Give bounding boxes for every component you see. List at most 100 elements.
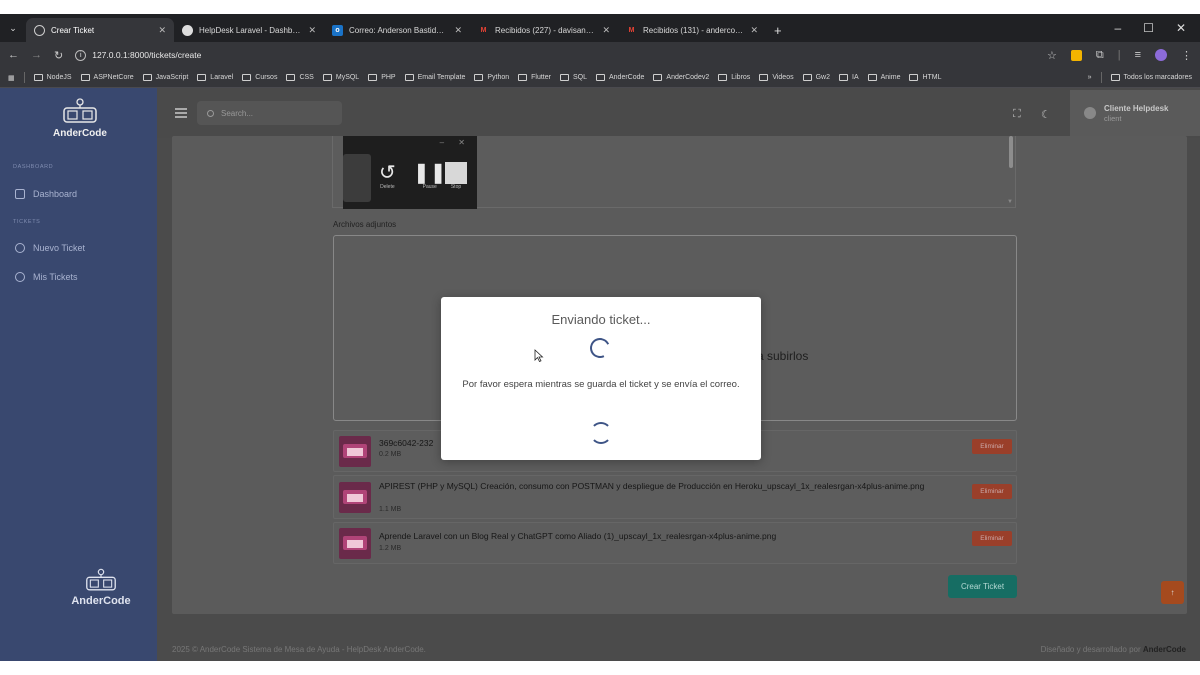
recorder-delete-button[interactable]: ↺ Delete — [379, 162, 396, 190]
recorder-pause-label: Pause — [422, 184, 437, 190]
bookmark-folder[interactable]: ASPNetCore — [80, 74, 134, 81]
close-icon[interactable]: ✕ — [308, 25, 316, 36]
bookmark-folder[interactable]: MySQL — [322, 74, 359, 81]
file-thumbnail — [339, 528, 371, 559]
delete-file-button[interactable]: Eliminar — [972, 484, 1012, 499]
browser-tab-helpdesk[interactable]: HelpDesk Laravel - Dashboard ✕ — [174, 18, 324, 42]
close-icon[interactable]: ✕ — [602, 25, 610, 36]
screen-recorder-preview: – ✕ ↺ Delete ❚❚ Pause Stop — [343, 136, 477, 209]
back-icon[interactable]: ← — [8, 49, 19, 61]
forward-icon[interactable]: → — [31, 49, 42, 61]
tab-search-icon[interactable]: ⌄ — [0, 14, 26, 42]
scroll-down-icon[interactable]: ▼ — [1007, 199, 1013, 205]
bookmark-folder[interactable]: PHP — [368, 74, 396, 81]
folder-icon — [142, 74, 152, 81]
browser-menu-icon[interactable]: ⋮ — [1181, 49, 1192, 62]
bookmark-folder[interactable]: NodeJS — [33, 74, 72, 81]
folder-icon — [867, 74, 877, 81]
bookmark-folder[interactable]: Flutter — [518, 74, 551, 81]
file-name: APIREST (PHP y MySQL) Creación, consumo … — [379, 481, 925, 491]
description-editor[interactable]: – ✕ ↺ Delete ❚❚ Pause Stop ▼ — [332, 136, 1016, 209]
bookmarks-bar: ▦ NodeJS ASPNetCore JavaScript Laravel Curso… — [0, 68, 1200, 88]
bookmark-star-icon[interactable]: ☆ — [1047, 49, 1057, 62]
url-field[interactable]: i 127.0.0.1:8000/tickets/create — [75, 49, 202, 61]
bookmark-folder[interactable]: Email Template — [404, 74, 466, 81]
folder-icon — [559, 74, 569, 81]
create-ticket-button[interactable]: Crear Ticket — [948, 575, 1017, 598]
all-bookmarks-folder[interactable]: Todos los marcadores — [1110, 74, 1192, 81]
close-icon[interactable]: ✕ — [750, 25, 758, 36]
sidebar-item-label: Dashboard — [33, 189, 78, 199]
bookmark-label: Python — [487, 74, 510, 81]
sidebar-item-dashboard[interactable]: Dashboard — [15, 189, 77, 199]
folder-icon — [286, 74, 296, 81]
address-bar: ← → ↻ i 127.0.0.1:8000/tickets/create ☆ … — [0, 42, 1200, 68]
list-circle-icon — [15, 272, 25, 282]
window-close-icon[interactable]: ✕ — [1176, 21, 1186, 35]
dropzone-text: a subirlos — [757, 349, 809, 363]
browser-tab-outlook[interactable]: o Correo: Anderson Bastidas - Ou ✕ — [324, 18, 470, 42]
loading-spinner-icon — [587, 335, 613, 361]
bookmark-label: Email Template — [417, 74, 466, 81]
recorder-stop-label: Stop — [450, 184, 462, 190]
bookmark-folder[interactable]: Gw2 — [802, 74, 830, 81]
bookmark-folder[interactable]: Python — [474, 74, 509, 81]
recorder-pause-button[interactable]: ❚❚ Pause — [413, 162, 447, 190]
bookmark-folder[interactable]: AnderCodev2 — [653, 74, 709, 81]
stop-icon — [445, 162, 467, 184]
bookmark-folder[interactable]: JavaScript — [142, 74, 188, 81]
profile-icon[interactable] — [1155, 49, 1167, 61]
search-input[interactable]: Search... — [197, 101, 342, 125]
tab-title: Correo: Anderson Bastidas - Ou — [349, 25, 448, 35]
extension-icon[interactable] — [1070, 49, 1082, 61]
folder-icon — [33, 74, 43, 81]
sidebar-item-mis-tickets[interactable]: Mis Tickets — [15, 272, 78, 282]
folder-icon — [839, 74, 848, 81]
file-size: 1.1 MB — [379, 506, 402, 513]
attachment-row: APIREST (PHP y MySQL) Creación, consumo … — [333, 475, 1017, 519]
minimize-icon[interactable]: – — [1114, 21, 1121, 35]
bookmark-folder[interactable]: IA — [839, 74, 859, 81]
close-icon[interactable]: ✕ — [158, 25, 166, 36]
bookmark-folder[interactable]: HTML — [909, 74, 942, 81]
logo[interactable]: AnderCode — [50, 98, 110, 139]
bookmark-folder[interactable]: Cursos — [242, 74, 277, 81]
editor-scrollbar[interactable] — [1009, 136, 1013, 168]
sidebar-item-nuevo-ticket[interactable]: Nuevo Ticket — [15, 243, 85, 253]
sidebar-item-label: Nuevo Ticket — [33, 243, 86, 253]
recorder-stop-button[interactable]: Stop — [445, 162, 467, 190]
file-thumbnail — [339, 436, 371, 467]
bookmarks-overflow-icon[interactable]: » — [1088, 74, 1092, 81]
calendar-icon — [15, 189, 25, 199]
site-info-icon[interactable]: i — [75, 49, 87, 61]
robot-logo-icon — [86, 568, 116, 591]
delete-file-button[interactable]: Eliminar — [972, 439, 1012, 454]
close-icon[interactable]: ✕ — [454, 25, 462, 36]
bookmark-folder[interactable]: SQL — [559, 74, 587, 81]
media-icon[interactable]: ≡ — [1135, 49, 1141, 61]
url-text: 127.0.0.1:8000/tickets/create — [92, 50, 202, 60]
pause-icon: ❚❚ — [413, 162, 447, 184]
menu-toggle-icon[interactable] — [175, 108, 187, 118]
dark-mode-moon-icon[interactable]: ☾ — [1041, 108, 1051, 121]
bookmark-folder[interactable]: Laravel — [197, 74, 233, 81]
user-menu[interactable]: Cliente Helpdesk client — [1070, 90, 1200, 136]
browser-tab-gmail-1[interactable]: M Recibidos (227) - davisanderson ✕ — [470, 18, 618, 42]
new-tab-icon[interactable]: + — [766, 18, 790, 42]
footer-credit-brand[interactable]: AnderCode — [1143, 645, 1186, 654]
apps-grid-icon[interactable]: ▦ — [8, 74, 15, 82]
extensions-puzzle-icon[interactable]: ⧉ — [1096, 49, 1104, 62]
reload-icon[interactable]: ↻ — [54, 49, 63, 62]
delete-file-button[interactable]: Eliminar — [972, 531, 1012, 546]
maximize-icon[interactable]: ☐ — [1143, 21, 1154, 35]
bookmark-folder[interactable]: Libros — [718, 74, 750, 81]
bookmark-folder[interactable]: CSS — [286, 74, 314, 81]
fullscreen-icon[interactable]: ⛶ — [1013, 108, 1021, 121]
bookmark-folder[interactable]: Anime — [867, 74, 900, 81]
browser-tab-crear-ticket[interactable]: Crear Ticket ✕ — [26, 18, 174, 42]
bookmark-folder[interactable]: Videos — [759, 74, 794, 81]
outlook-icon: o — [332, 24, 343, 36]
browser-tab-gmail-2[interactable]: M Recibidos (131) - andercode87 ✕ — [618, 18, 766, 42]
scroll-to-top-button[interactable]: ↑ — [1161, 581, 1184, 604]
bookmark-folder[interactable]: AnderCode — [596, 74, 644, 81]
